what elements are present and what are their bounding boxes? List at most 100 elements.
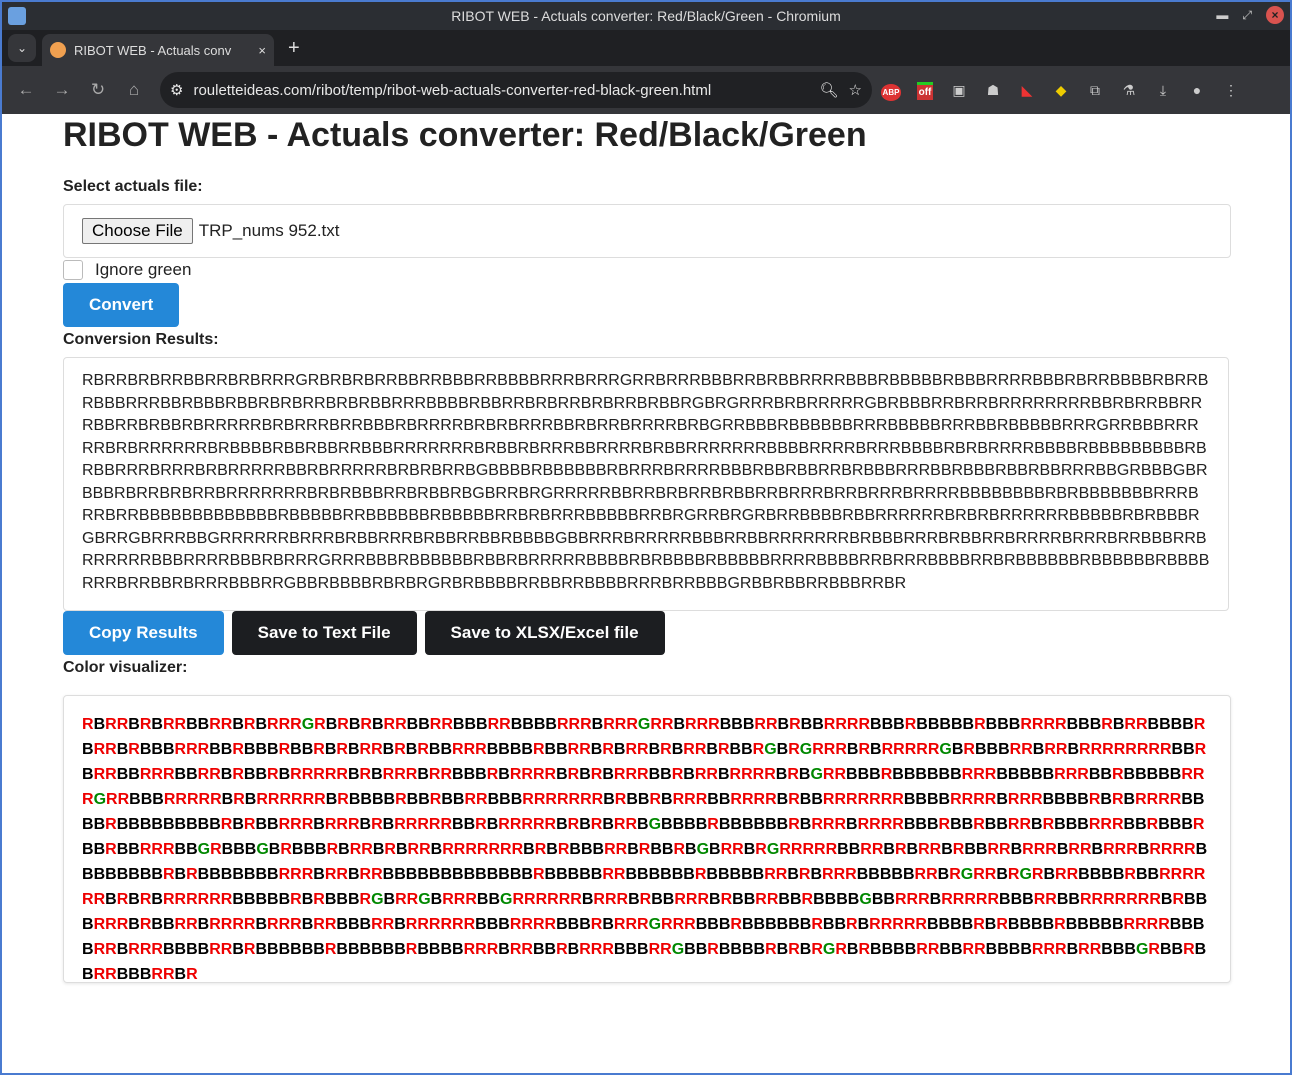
- new-tab-button[interactable]: +: [288, 37, 300, 60]
- tab-active[interactable]: RIBOT WEB - Actuals conv ×: [42, 34, 274, 66]
- download-icon[interactable]: ⤓: [1148, 82, 1178, 99]
- convert-button[interactable]: Convert: [63, 283, 180, 327]
- visualizer-char-B: B: [498, 866, 510, 883]
- minimize-icon[interactable]: ▬: [1216, 8, 1228, 22]
- visualizer-char-R: R: [417, 741, 429, 758]
- visualizer-char-R: R: [1100, 816, 1112, 833]
- extensions-puzzle-icon[interactable]: ⧉: [1080, 82, 1110, 99]
- choose-file-button[interactable]: Choose File: [82, 218, 193, 244]
- url-text[interactable]: rouletteideas.com/ribot/temp/ribot-web-a…: [193, 82, 809, 99]
- close-window-icon[interactable]: ×: [1266, 6, 1284, 24]
- back-arrow-icon[interactable]: ←: [10, 80, 42, 100]
- visualizer-char-B: B: [836, 891, 848, 908]
- visualizer-char-R: R: [1042, 816, 1055, 833]
- tab-close-icon[interactable]: ×: [258, 43, 266, 58]
- visualizer-char-R: R: [186, 866, 198, 883]
- visualizer-char-B: B: [82, 916, 94, 933]
- visualizer-char-B: B: [718, 791, 731, 808]
- home-icon[interactable]: ⌂: [118, 80, 150, 100]
- save-xlsx-button[interactable]: Save to XLSX/Excel file: [424, 611, 665, 655]
- results-textarea[interactable]: RBRRBRBRRBBRRBRBRRRGRBRBRBRRBBRRBBBRRBBB…: [63, 357, 1229, 611]
- visualizer-char-R: R: [1019, 791, 1032, 808]
- visualizer-char-B: B: [128, 966, 140, 983]
- ignore-green-checkbox-row[interactable]: Ignore green: [63, 260, 1231, 280]
- visualizer-char-R: R: [1043, 941, 1056, 958]
- visualizer-char-B: B: [846, 766, 858, 783]
- reload-icon[interactable]: ↻: [82, 80, 114, 100]
- visualizer-char-R: R: [151, 766, 163, 783]
- visualizer-char-B: B: [1112, 716, 1125, 733]
- bookmark-star-icon[interactable]: ☆: [849, 81, 862, 99]
- visualizer-char-B: B: [1042, 791, 1055, 808]
- visualizer-char-B: B: [440, 741, 452, 758]
- site-info-icon[interactable]: ⚙: [170, 81, 183, 99]
- visualizer-char-B: B: [128, 916, 140, 933]
- copy-results-button[interactable]: Copy Results: [63, 611, 224, 655]
- visualizer-char-B: B: [1181, 791, 1193, 808]
- visualizer-char-B: B: [811, 791, 823, 808]
- visualizer-char-R: R: [880, 816, 893, 833]
- zoom-icon[interactable]: 🔍︎: [820, 81, 839, 99]
- forward-arrow-icon[interactable]: →: [46, 80, 78, 100]
- tab-search-chevron-icon[interactable]: ⌄: [8, 34, 36, 62]
- maximize-icon[interactable]: ⤢: [1242, 8, 1252, 23]
- visualizer-char-R: R: [359, 866, 372, 883]
- visualizer-char-R: R: [533, 791, 546, 808]
- visualizer-char-R: R: [788, 941, 800, 958]
- menu-kebab-icon[interactable]: ⋮: [1216, 82, 1246, 99]
- visualizer-char-B: B: [986, 741, 999, 758]
- visualizer-char-B: B: [209, 866, 221, 883]
- visualizer-char-R: R: [1007, 816, 1020, 833]
- visualizer-char-R: R: [209, 941, 221, 958]
- visualizer-char-R: R: [82, 891, 94, 908]
- visualizer-char-B: B: [765, 916, 777, 933]
- visualizer-char-R: R: [871, 841, 884, 858]
- visualizer-char-B: B: [475, 916, 487, 933]
- flask-icon[interactable]: ⚗: [1114, 82, 1144, 99]
- visualizer-char-R: R: [1054, 766, 1066, 783]
- visualizer-char-R: R: [174, 891, 187, 908]
- visualizer-char-R: R: [1079, 891, 1092, 908]
- off-extension-icon[interactable]: off: [910, 82, 940, 100]
- visualizer-char-B: B: [1065, 791, 1078, 808]
- picture-in-picture-icon[interactable]: ▣: [944, 82, 974, 99]
- ignore-green-checkbox[interactable]: [63, 260, 83, 280]
- visualizer-char-R: R: [280, 841, 292, 858]
- visualizer-char-B: B: [301, 941, 314, 958]
- visualizer-char-B: B: [892, 766, 904, 783]
- visualizer-char-R: R: [568, 716, 581, 733]
- visualizer-char-B: B: [82, 866, 94, 883]
- yellow-extension-icon[interactable]: ◆: [1046, 82, 1076, 99]
- visualizer-char-R: R: [1033, 841, 1046, 858]
- visualizer-char-R: R: [290, 891, 302, 908]
- visualizer-char-R: R: [625, 816, 637, 833]
- visualizer-char-B: B: [430, 891, 443, 908]
- visualizer-char-B: B: [395, 841, 408, 858]
- visualizer-char-R: R: [674, 891, 686, 908]
- visualizer-char-R: R: [475, 816, 487, 833]
- visualizer-char-B: B: [856, 866, 869, 883]
- robot-extension-icon[interactable]: ☗: [978, 82, 1008, 99]
- visualizer-char-B: B: [452, 866, 464, 883]
- visualizer-char-B: B: [974, 741, 987, 758]
- visualizer-char-B: B: [162, 741, 175, 758]
- pocket-extension-icon[interactable]: ◣: [1012, 82, 1042, 99]
- visualizer-char-B: B: [731, 716, 743, 733]
- visualizer-char-B: B: [440, 866, 452, 883]
- visualizer-char-B: B: [325, 791, 338, 808]
- save-text-file-button[interactable]: Save to Text File: [231, 611, 417, 655]
- visualizer-char-B: B: [950, 766, 962, 783]
- visualizer-char-B: B: [151, 816, 163, 833]
- visualizer-char-R: R: [522, 791, 534, 808]
- visualizer-char-R: R: [964, 891, 976, 908]
- visualizer-char-B: B: [765, 816, 777, 833]
- adblock-extension-icon[interactable]: ABP: [876, 82, 906, 101]
- visualizer-char-B: B: [197, 941, 210, 958]
- visualizer-char-B: B: [1100, 791, 1112, 808]
- profile-avatar-icon[interactable]: ●: [1182, 82, 1212, 98]
- visualizer-char-B: B: [116, 941, 129, 958]
- visualizer-char-B: B: [718, 941, 731, 958]
- visualizer-char-R: R: [535, 891, 548, 908]
- address-bar[interactable]: ⚙ rouletteideas.com/ribot/temp/ribot-web…: [160, 72, 872, 108]
- visualizer-char-R: R: [267, 766, 279, 783]
